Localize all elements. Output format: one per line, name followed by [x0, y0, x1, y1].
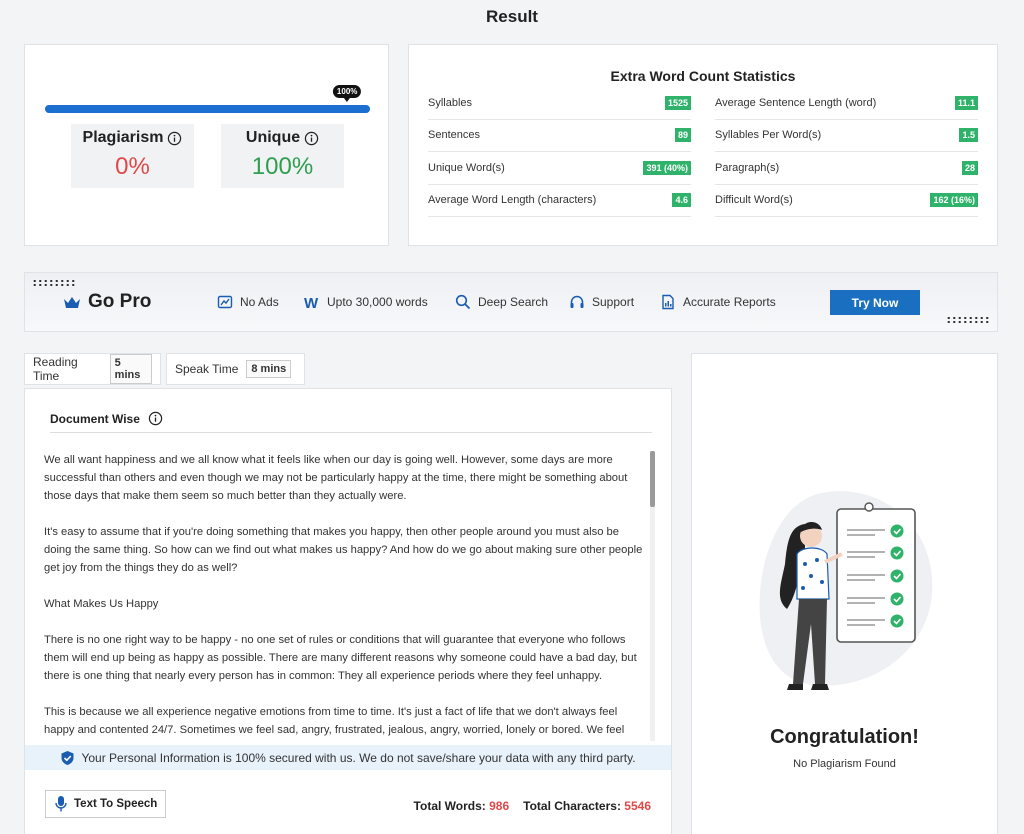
- security-notice-text: Your Personal Information is 100% secure…: [81, 750, 636, 765]
- stat-label: Syllables: [428, 96, 473, 109]
- stat-value: 162 (16%): [930, 193, 978, 208]
- unique-value: 100%: [251, 153, 314, 180]
- stat-value: 1.5: [959, 128, 978, 143]
- headset-icon: [570, 295, 584, 308]
- stat-row: Syllables 1525: [428, 87, 691, 120]
- total-chars-value: 5546: [624, 799, 651, 813]
- plagiarism-value: 0%: [115, 153, 150, 180]
- document-header: Document Wise: [50, 409, 652, 433]
- congrats-card: Congratulation! No Plagiarism Found: [691, 353, 998, 834]
- result-card: 100% Plagiarism 0% Unique 100%: [24, 44, 389, 246]
- search-icon: [455, 294, 471, 310]
- stat-row: Sentences 89: [428, 120, 691, 152]
- plagiarism-label: Plagiarism: [82, 129, 164, 146]
- gopro-banner: Go Pro No Ads W Upto 30,000 words Deep S…: [24, 272, 998, 332]
- gopro-title-text: Go Pro: [88, 291, 152, 312]
- speak-time-value: 8 mins: [246, 360, 292, 378]
- stat-value: 89: [674, 128, 691, 143]
- tab-speak-time[interactable]: Speak Time 8 mins: [166, 353, 305, 385]
- feature-label: Support: [592, 295, 635, 309]
- checklist-illustration-icon: [759, 491, 933, 690]
- total-words-value: 986: [489, 799, 510, 813]
- stat-row: Paragraph(s) 28: [715, 152, 978, 185]
- stat-row: Syllables Per Word(s) 1.5: [715, 120, 978, 152]
- paragraph: There is no one right way to be happy - …: [44, 634, 637, 682]
- paragraph: We all want happiness and we all know wh…: [44, 454, 628, 502]
- feature-word-limit: W Upto 30,000 words: [304, 294, 428, 310]
- stat-row: Average Sentence Length (word) 11.1: [715, 87, 978, 120]
- progress-fill: [45, 105, 370, 113]
- gopro-title: Go Pro: [63, 291, 151, 313]
- reading-time-value: 5 mins: [109, 354, 152, 384]
- total-words-label: Total Words:: [413, 799, 486, 813]
- tab-label: Reading Time: [33, 355, 78, 383]
- tab-label: Speak Time: [175, 362, 239, 376]
- congrats-title: Congratulation!: [770, 726, 919, 748]
- report-icon: [662, 294, 674, 310]
- stats-grid: Syllables 1525 Average Sentence Length (w…: [428, 87, 979, 217]
- security-notice: Your Personal Information is 100% secure…: [25, 745, 671, 770]
- stat-label: Unique Word(s): [428, 161, 505, 174]
- stat-label: Sentences: [428, 129, 480, 142]
- microphone-icon: [55, 796, 67, 812]
- crown-icon: [64, 296, 80, 308]
- decorative-dots: [946, 316, 990, 324]
- stat-row: Unique Word(s) 391 (40%): [428, 152, 691, 185]
- stat-label: Syllables Per Word(s): [715, 129, 822, 142]
- unique-label: Unique: [245, 129, 301, 146]
- document-text[interactable]: We all want happiness and we all know wh…: [44, 451, 649, 743]
- no-ads-icon: [217, 295, 233, 309]
- congrats-subtitle: No Plagiarism Found: [793, 758, 896, 770]
- progress-badge: 100%: [332, 85, 362, 102]
- tts-label: Text To Speech: [74, 798, 158, 810]
- text-to-speech-button[interactable]: Text To Speech: [45, 790, 167, 818]
- paragraph: This is because we all experience negati…: [44, 706, 625, 736]
- shield-icon: [61, 750, 74, 765]
- document-card: Document Wise We all want happiness and …: [24, 388, 672, 834]
- total-words: Total Words: 986: [414, 799, 510, 813]
- decorative-dots: [32, 279, 76, 287]
- info-icon[interactable]: [167, 131, 182, 146]
- feature-no-ads: No Ads: [217, 294, 279, 310]
- tab-reading-time[interactable]: Reading Time 5 mins: [24, 353, 161, 385]
- feature-label: Deep Search: [478, 295, 549, 309]
- stat-value: 11.1: [954, 95, 978, 110]
- feature-label: Accurate Reports: [683, 295, 776, 309]
- stat-value: 4.6: [672, 193, 691, 208]
- stats-title: Extra Word Count Statistics: [610, 68, 796, 84]
- feature-deep-search: Deep Search: [455, 294, 548, 310]
- stat-label: Average Sentence Length (word): [715, 96, 877, 109]
- stat-label: Average Word Length (characters): [428, 194, 597, 207]
- plagiarism-score: Plagiarism 0%: [71, 124, 194, 188]
- total-chars-label: Total Characters:: [523, 799, 621, 813]
- feature-support: Support: [569, 294, 634, 310]
- feature-label: Upto 30,000 words: [327, 295, 428, 309]
- page-title: Result: [486, 7, 538, 26]
- feature-reports: Accurate Reports: [660, 294, 776, 310]
- paragraph: What Makes Us Happy: [44, 598, 159, 610]
- info-icon[interactable]: [148, 411, 163, 426]
- scrollbar-thumb[interactable]: [650, 451, 655, 507]
- feature-label: No Ads: [240, 295, 279, 309]
- try-now-button[interactable]: Try Now: [830, 290, 920, 315]
- stat-label: Paragraph(s): [715, 161, 780, 174]
- stats-card: Extra Word Count Statistics Syllables 152…: [408, 44, 998, 246]
- word-icon: W: [304, 295, 319, 310]
- progress-bar: [45, 105, 370, 113]
- stat-row: Difficult Word(s) 162 (16%): [715, 185, 978, 217]
- stat-value: 28: [961, 160, 978, 175]
- total-characters: Total Characters: 5546: [523, 799, 651, 813]
- document-header-label: Document Wise: [50, 411, 140, 426]
- stat-value: 391 (40%): [643, 160, 691, 175]
- svg-text:W: W: [304, 295, 319, 310]
- info-icon[interactable]: [304, 131, 319, 146]
- stat-label: Difficult Word(s): [715, 194, 793, 207]
- stat-row: Average Word Length (characters) 4.6: [428, 185, 691, 217]
- paragraph: It's easy to assume that if you're doing…: [44, 526, 643, 574]
- unique-score: Unique 100%: [221, 124, 344, 188]
- stat-value: 1525: [664, 95, 691, 110]
- scrollbar[interactable]: [650, 451, 655, 741]
- totals: Total Words: 986 Total Characters: 5546: [414, 799, 651, 813]
